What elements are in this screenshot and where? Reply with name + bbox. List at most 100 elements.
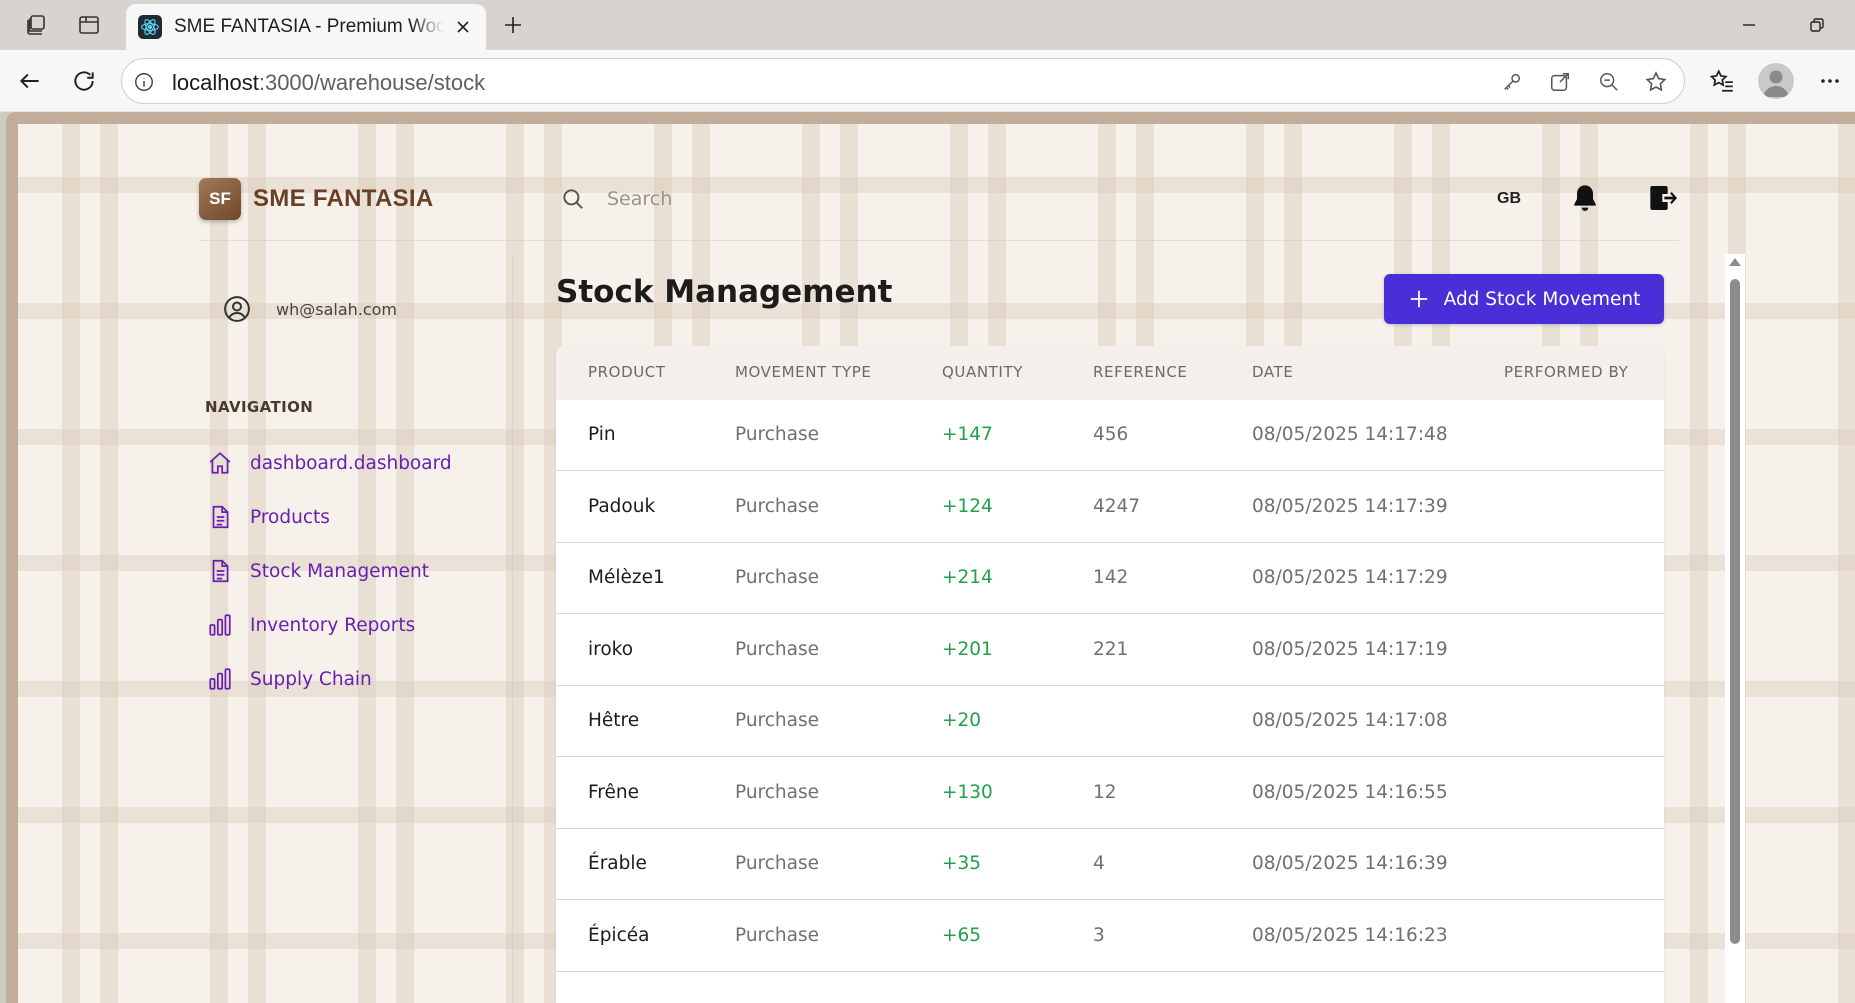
cell-product: iroko	[588, 638, 634, 660]
sidebar-item-dashboard[interactable]: dashboard.dashboard	[207, 447, 452, 479]
key-icon[interactable]	[1498, 68, 1526, 96]
cell-movement-type: Purchase	[735, 638, 820, 660]
search-icon	[563, 189, 583, 209]
scroll-up-arrow-icon[interactable]	[1729, 258, 1741, 266]
cell-date: 08/05/2025 14:16:39	[1252, 853, 1448, 874]
cell-date: 08/05/2025 14:17:39	[1252, 495, 1448, 517]
address-bar[interactable]: localhost:3000/warehouse/stock	[121, 58, 1685, 104]
url-text: localhost:3000/warehouse/stock	[172, 70, 486, 95]
page-frame: SF SME FANTASIA GB wh@salah.com NAVIGATI…	[6, 112, 1855, 1003]
react-logo-icon	[138, 15, 162, 39]
cell-quantity: +124	[942, 495, 993, 517]
cell-product: Padouk	[588, 495, 656, 517]
cell-movement-type: Purchase	[735, 781, 820, 803]
cell-quantity: +201	[942, 638, 993, 660]
column-header-reference[interactable]: REFERENCE	[1093, 363, 1187, 381]
header-divider	[199, 240, 1679, 241]
favorite-star-icon[interactable]	[1642, 68, 1670, 96]
minimize-icon[interactable]	[1726, 8, 1772, 42]
workspaces-icon[interactable]	[21, 10, 51, 40]
cell-product: Épicéa	[588, 924, 650, 946]
profile-avatar-icon[interactable]	[1758, 63, 1794, 99]
nav-heading: NAVIGATION	[205, 398, 314, 416]
column-header-performed-by[interactable]: PERFORMED BY	[1504, 363, 1628, 381]
cell-product: Érable	[588, 853, 647, 874]
table-row[interactable]: Mélèze1 Purchase +214 142 08/05/2025 14:17:2…	[556, 543, 1664, 614]
cell-movement-type: Purchase	[735, 424, 820, 445]
column-header-product[interactable]: PRODUCT	[588, 363, 666, 381]
cell-quantity: +147	[942, 424, 993, 445]
user-email: wh@salah.com	[276, 299, 398, 319]
cell-quantity: +20	[942, 710, 982, 731]
home-icon	[209, 452, 231, 474]
column-header-date[interactable]: DATE	[1252, 363, 1293, 381]
table-row[interactable]: iroko Purchase +201 221 08/05/2025 14:17:19	[556, 615, 1664, 686]
sidebar-item-label: Inventory Reports	[250, 614, 416, 636]
add-stock-movement-label: Add Stock Movement	[1443, 288, 1641, 310]
sidebar-item-inventory-reports[interactable]: Inventory Reports	[207, 609, 415, 641]
close-tab-icon[interactable]	[452, 16, 474, 38]
sidebar-item-label: Products	[250, 506, 330, 528]
browser-tab[interactable]: SME FANTASIA - Premium Wood Products	[126, 4, 486, 50]
sidebar-item-products[interactable]: Products	[207, 501, 330, 533]
open-in-app-icon[interactable]	[1546, 68, 1574, 96]
cell-date: 08/05/2025 14:17:29	[1252, 567, 1448, 588]
restore-icon[interactable]	[1794, 8, 1840, 42]
cell-date: 08/05/2025 14:17:19	[1252, 638, 1448, 660]
page-scrollbar[interactable]	[1725, 254, 1745, 1003]
browser-toolbar: localhost:3000/warehouse/stock	[0, 50, 1855, 112]
cell-quantity: +35	[942, 853, 982, 874]
cell-date: 08/05/2025 14:17:08	[1252, 710, 1448, 731]
cell-movement-type: Purchase	[735, 924, 820, 946]
sidebar-item-stock-management[interactable]: Stock Management	[207, 555, 429, 587]
plus-icon	[1410, 290, 1427, 308]
cell-reference: 221	[1093, 638, 1129, 660]
bar-chart-icon	[209, 614, 231, 636]
table-row[interactable]: Pin Purchase +147 456 08/05/2025 14:17:48	[556, 400, 1664, 471]
search-input[interactable]	[607, 180, 1007, 218]
more-menu-icon[interactable]	[1812, 63, 1848, 99]
favorites-icon[interactable]	[1704, 63, 1740, 99]
cell-movement-type: Purchase	[735, 853, 820, 874]
brand[interactable]: SF SME FANTASIA	[199, 178, 434, 220]
sidebar-item-label: Stock Management	[250, 560, 429, 582]
cell-reference: 4	[1093, 853, 1105, 874]
back-icon[interactable]	[12, 63, 48, 99]
logout-icon[interactable]	[1647, 181, 1679, 215]
column-header-movement-type[interactable]: MOVEMENT TYPE	[735, 363, 871, 381]
reload-icon[interactable]	[66, 63, 102, 99]
bell-icon[interactable]	[1569, 182, 1601, 214]
stock-movements-table: PRODUCT MOVEMENT TYPE QUANTITY REFERENCE…	[556, 346, 1664, 1003]
document-icon	[212, 559, 229, 583]
cell-movement-type: Purchase	[735, 495, 820, 517]
table-row[interactable]: Padouk Purchase +124 4247 08/05/2025 14:17:3…	[556, 472, 1664, 543]
site-info-icon[interactable]	[132, 70, 156, 94]
cell-reference: 4247	[1093, 495, 1141, 517]
page-title: Stock Management	[556, 274, 893, 310]
language-switcher[interactable]: GB	[1497, 190, 1521, 208]
cell-movement-type: Purchase	[735, 710, 820, 731]
cell-reference: 3	[1093, 924, 1105, 946]
add-stock-movement-button[interactable]: Add Stock Movement	[1384, 274, 1664, 324]
table-row[interactable]: Frêne Purchase +130 12 08/05/2025 14:16:55	[556, 758, 1664, 829]
cell-quantity: +214	[942, 567, 993, 588]
table-row[interactable]: Érable Purchase +35 4 08/05/2025 14:16:39	[556, 829, 1664, 900]
zoom-out-icon[interactable]	[1595, 68, 1623, 96]
cell-date: 08/05/2025 14:16:55	[1252, 781, 1448, 803]
cell-reference: 12	[1093, 781, 1117, 803]
tab-title: SME FANTASIA - Premium Wood Products	[174, 16, 444, 37]
column-header-quantity[interactable]: QUANTITY	[942, 363, 1023, 381]
cell-reference: 456	[1093, 424, 1129, 445]
sidebar-item-supply-chain[interactable]: Supply Chain	[207, 663, 372, 695]
table-row[interactable]: Épicéa Purchase +65 3 08/05/2025 14:16:23	[556, 901, 1664, 972]
user-circle-icon	[224, 296, 250, 322]
table-row[interactable]: Hêtre Purchase +20 08/05/2025 14:17:08	[556, 686, 1664, 757]
cell-product: Pin	[588, 424, 616, 445]
new-tab-icon[interactable]	[497, 9, 529, 41]
browser-tab-bar: SME FANTASIA - Premium Wood Products	[0, 0, 1855, 50]
tab-actions-icon[interactable]	[74, 10, 104, 40]
cell-product: Mélèze1	[588, 567, 665, 588]
scrollbar-thumb[interactable]	[1730, 279, 1740, 944]
user-info: wh@salah.com	[222, 294, 397, 324]
brand-name: SME FANTASIA	[253, 185, 434, 212]
